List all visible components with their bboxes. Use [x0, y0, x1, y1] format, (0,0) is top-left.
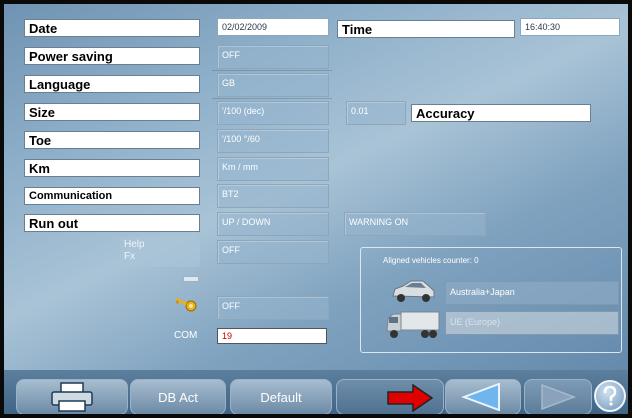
language-label: Language: [24, 75, 200, 93]
date-label: Date: [24, 19, 200, 37]
toe-label: Toe: [24, 131, 200, 149]
accuracy-label: Accuracy: [411, 104, 591, 122]
run-out-field[interactable]: UP / DOWN: [217, 212, 329, 236]
accuracy-field[interactable]: 0.01: [346, 101, 406, 125]
key-icon: [175, 298, 197, 312]
communication-label: Communication: [24, 187, 200, 205]
printer-icon: [51, 382, 93, 412]
size-field[interactable]: '/100 (dec): [217, 101, 329, 125]
separator: [212, 98, 332, 99]
back-button[interactable]: [445, 379, 521, 414]
separator: [212, 70, 332, 71]
region-ue-europe[interactable]: UE (Europe): [445, 311, 619, 335]
minus-icon: [183, 276, 199, 282]
toe-field[interactable]: '/100 °/60: [217, 129, 329, 153]
time-label: Time: [337, 20, 515, 38]
help-fx-label: Help Fx: [124, 239, 145, 262]
bottom-toolbar: DB Act Default: [4, 370, 628, 414]
size-label: Size: [24, 103, 200, 121]
date-field[interactable]: 02/02/2009: [217, 18, 329, 36]
car-icon: [392, 280, 435, 302]
question-mark-icon: [603, 386, 617, 406]
region-australia-japan[interactable]: Australia+Japan: [445, 281, 619, 305]
print-button[interactable]: [16, 379, 128, 414]
com-field[interactable]: 19: [217, 328, 327, 344]
km-field[interactable]: Km / mm: [217, 157, 329, 181]
truck-icon: [386, 311, 440, 338]
power-saving-field[interactable]: OFF: [217, 45, 329, 69]
back-arrow-icon: [461, 383, 500, 411]
aligned-vehicles-counter: Aligned vehicles counter: 0: [383, 256, 479, 265]
km-label: Km: [24, 159, 200, 177]
red-arrow-icon: [387, 384, 433, 412]
help-fx-button[interactable]: Help Fx: [120, 237, 200, 267]
default-button[interactable]: Default: [230, 379, 332, 414]
key-field[interactable]: OFF: [217, 296, 329, 320]
settings-screen: Date Power saving Language Size Toe Km C…: [0, 0, 632, 418]
communication-field[interactable]: BT2: [217, 184, 329, 208]
run-out-label: Run out: [24, 214, 200, 232]
help-fx-field[interactable]: OFF: [217, 240, 329, 264]
forward-arrow-icon: [541, 384, 577, 410]
com-label: COM: [174, 330, 198, 341]
forward-button[interactable]: [524, 379, 592, 414]
power-saving-label: Power saving: [24, 47, 200, 65]
warning-field[interactable]: WARNING ON: [344, 212, 486, 236]
db-act-button[interactable]: DB Act: [130, 379, 226, 414]
time-field[interactable]: 16:40:30: [520, 18, 620, 36]
vehicle-region-panel: Aligned vehicles counter: 0 Australia+Ja…: [360, 247, 622, 353]
empty-toolbar-slot: [336, 379, 444, 414]
language-field[interactable]: GB: [217, 73, 329, 97]
help-button[interactable]: [594, 380, 626, 412]
